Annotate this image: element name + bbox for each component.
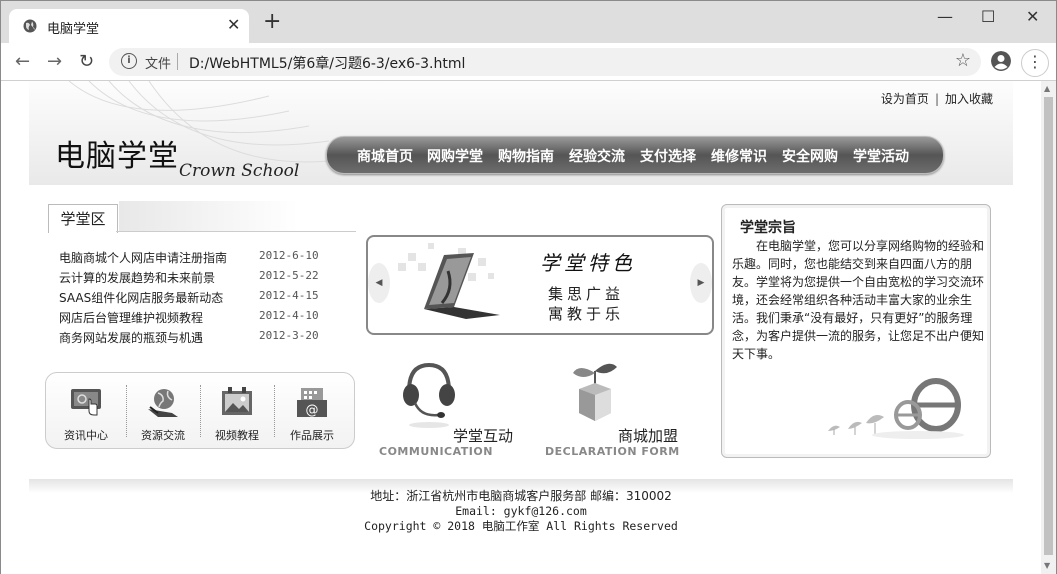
- list-item[interactable]: 电脑商城个人网店申请注册指南 2012-6-10: [59, 249, 329, 269]
- feature-subtitle: COMMUNICATION: [379, 445, 493, 458]
- news-date: 2012-3-20: [259, 329, 319, 342]
- list-item[interactable]: 商务网站发展的瓶颈与机遇 2012-3-20: [59, 329, 329, 349]
- email-calendar-icon: @: [297, 388, 327, 418]
- footer-email: Email: gykf@126.com: [455, 504, 587, 518]
- globe-laptop-icon: [148, 389, 178, 417]
- feature-interaction[interactable]: 学堂互动 COMMUNICATION: [379, 361, 549, 461]
- news-title[interactable]: 网店后台管理维护视频教程: [59, 311, 203, 325]
- footer-copyright: Copyright © 2018 电脑工作室 All Rights Reserv…: [364, 519, 678, 533]
- quicklinks-panel: 资讯中心 资源交流 视频教程 @ 作品展示: [45, 372, 355, 449]
- forward-icon[interactable]: →: [47, 51, 62, 72]
- touch-screen-icon: [71, 389, 101, 416]
- profile-avatar-icon[interactable]: [991, 51, 1011, 71]
- main-nav: 商城首页 网购学堂 购物指南 经验交流 支付选择 维修常识 安全网购 学堂活动: [326, 136, 944, 174]
- news-title[interactable]: 云计算的发展趋势和未来前景: [59, 271, 215, 285]
- list-item[interactable]: 云计算的发展趋势和未来前景 2012-5-22: [59, 269, 329, 289]
- url-text[interactable]: D:/WebHTML5/第6章/习题6-3/ex6-3.html: [189, 53, 465, 73]
- quicklink-video-tutorials[interactable]: 视频教程: [201, 381, 273, 443]
- scheme-label: 文件: [145, 57, 172, 72]
- nav-item-activities[interactable]: 学堂活动: [853, 146, 909, 166]
- address-bar[interactable]: i 文件 D:/WebHTML5/第6章/习题6-3/ex6-3.html ☆: [109, 48, 981, 76]
- banner-heading: 学堂特色: [540, 251, 636, 275]
- news-title[interactable]: SAAS组件化网店服务最新动态: [59, 291, 223, 305]
- site-logo-title[interactable]: 电脑学堂: [55, 131, 179, 175]
- site-header: 设为首页 | 加入收藏 电脑学堂 Crown School 商城首页 网购学堂 购物…: [29, 81, 1013, 185]
- scrollbar-thumb[interactable]: [1044, 97, 1053, 555]
- set-homepage-link[interactable]: 设为首页: [881, 92, 929, 106]
- quicklink-news-center[interactable]: 资讯中心: [50, 381, 122, 443]
- news-date: 2012-4-10: [259, 309, 319, 322]
- feature-title: 商城加盟: [618, 427, 679, 445]
- news-date: 2012-5-22: [259, 269, 319, 282]
- info-icon[interactable]: i: [121, 53, 137, 69]
- nav-item-repair[interactable]: 维修常识: [711, 146, 767, 166]
- nav-item-safe-shopping[interactable]: 安全网购: [782, 146, 838, 166]
- back-icon[interactable]: ←: [15, 51, 30, 72]
- minimize-icon[interactable]: —: [937, 7, 953, 26]
- top-links-divider: |: [934, 92, 939, 106]
- maximize-icon[interactable]: ☐: [981, 7, 995, 26]
- scroll-up-arrow-icon[interactable]: ▲: [1044, 84, 1050, 93]
- news-date: 2012-4-15: [259, 289, 319, 302]
- list-item[interactable]: SAAS组件化网店服务最新动态 2012-4-15: [59, 289, 329, 309]
- list-item[interactable]: 网店后台管理维护视频教程 2012-4-10: [59, 309, 329, 329]
- site-footer: 地址：浙江省杭州市电脑商城客户服务部 邮编：310002 Email: gykf…: [29, 489, 1013, 534]
- vertical-scrollbar[interactable]: ▲ ▼: [1041, 81, 1056, 574]
- window-close-icon[interactable]: ✕: [1026, 7, 1039, 26]
- quicklink-label: 资讯中心: [64, 429, 108, 442]
- news-tab-underline: [116, 231, 356, 232]
- new-tab-button[interactable]: +: [263, 11, 281, 33]
- aim-body: 在电脑学堂，您可以分享网络购物的经验和乐趣。同时，您也能结交到来自四面八方的朋友…: [732, 239, 985, 361]
- browser-window: 电脑学堂 ✕ + — ☐ ✕ ← → ↻ i 文件 D:/WebHTML5/第6…: [0, 0, 1057, 574]
- news-list: 电脑商城个人网店申请注册指南 2012-6-10 云计算的发展趋势和未来前景 201…: [59, 249, 329, 349]
- feature-title: 学堂互动: [453, 427, 514, 445]
- tab-strip: 电脑学堂 ✕ + — ☐ ✕: [1, 1, 1056, 43]
- headset-icon: [403, 362, 455, 428]
- banner-prev-arrow-icon[interactable]: ◀: [368, 263, 390, 303]
- tab-title: 电脑学堂: [47, 22, 100, 37]
- nav-item-shopping-school[interactable]: 网购学堂: [427, 146, 483, 166]
- browser-tab[interactable]: 电脑学堂 ✕: [9, 9, 249, 43]
- nav-item-experience[interactable]: 经验交流: [569, 146, 625, 166]
- news-title[interactable]: 电脑商城个人网店申请注册指南: [59, 251, 227, 265]
- banner-slogan-2: 寓教于乐: [548, 305, 625, 323]
- banner-slogan-1: 集思广益: [548, 285, 625, 303]
- svg-text:@: @: [306, 403, 319, 418]
- top-links: 设为首页 | 加入收藏: [881, 90, 993, 107]
- e-logo-sprouts-decoration: [828, 378, 964, 439]
- site-logo-subtitle: Crown School: [179, 161, 300, 181]
- browser-toolbar: ← → ↻ i 文件 D:/WebHTML5/第6章/习题6-3/ex6-3.h…: [1, 43, 1056, 81]
- news-tab[interactable]: 学堂区: [48, 204, 118, 233]
- close-tab-icon[interactable]: ✕: [227, 15, 240, 34]
- quicklink-label: 作品展示: [290, 429, 334, 442]
- reload-icon[interactable]: ↻: [79, 51, 94, 72]
- scroll-down-arrow-icon[interactable]: ▼: [1044, 561, 1050, 570]
- page-viewport: 设为首页 | 加入收藏 电脑学堂 Crown School 商城首页 网购学堂 购物…: [1, 81, 1041, 574]
- footer-address: 地址：浙江省杭州市电脑商城客户服务部 邮编：310002: [370, 489, 672, 503]
- add-favorite-link[interactable]: 加入收藏: [945, 92, 993, 106]
- news-date: 2012-6-10: [259, 249, 319, 262]
- quicklink-works-showcase[interactable]: @ 作品展示: [276, 381, 348, 443]
- features-banner: ◀ ▶ 学堂特色 集思广益 寓教于乐: [366, 235, 714, 335]
- aim-title: 学堂宗旨: [740, 220, 796, 236]
- address-divider: [177, 53, 178, 70]
- quicklink-resources[interactable]: 资源交流: [127, 381, 199, 443]
- bookmark-star-icon[interactable]: ☆: [955, 50, 971, 71]
- news-tab-decoration: [119, 201, 299, 231]
- quicklink-label: 资源交流: [141, 429, 185, 442]
- globe-icon: [23, 19, 37, 33]
- school-aim-panel: 学堂宗旨 在电脑学堂，您可以分享网络购物的经验和乐趣。同时，您也能结交到来自四面…: [721, 204, 991, 458]
- nav-item-mall-home[interactable]: 商城首页: [357, 146, 413, 166]
- seedling-box-icon: [573, 363, 617, 421]
- nav-item-payment[interactable]: 支付选择: [640, 146, 696, 166]
- feature-subtitle: DECLARATION FORM: [545, 445, 680, 458]
- banner-next-arrow-icon[interactable]: ▶: [690, 263, 712, 303]
- laptop-icon: [424, 253, 500, 319]
- browser-menu-icon[interactable]: ⋮: [1021, 49, 1049, 77]
- quicklink-label: 视频教程: [215, 429, 259, 442]
- picture-frame-icon: [222, 387, 252, 415]
- news-title[interactable]: 商务网站发展的瓶颈与机遇: [59, 331, 203, 345]
- feature-join-mall[interactable]: 商城加盟 DECLARATION FORM: [545, 361, 715, 461]
- nav-item-shopping-guide[interactable]: 购物指南: [498, 146, 554, 166]
